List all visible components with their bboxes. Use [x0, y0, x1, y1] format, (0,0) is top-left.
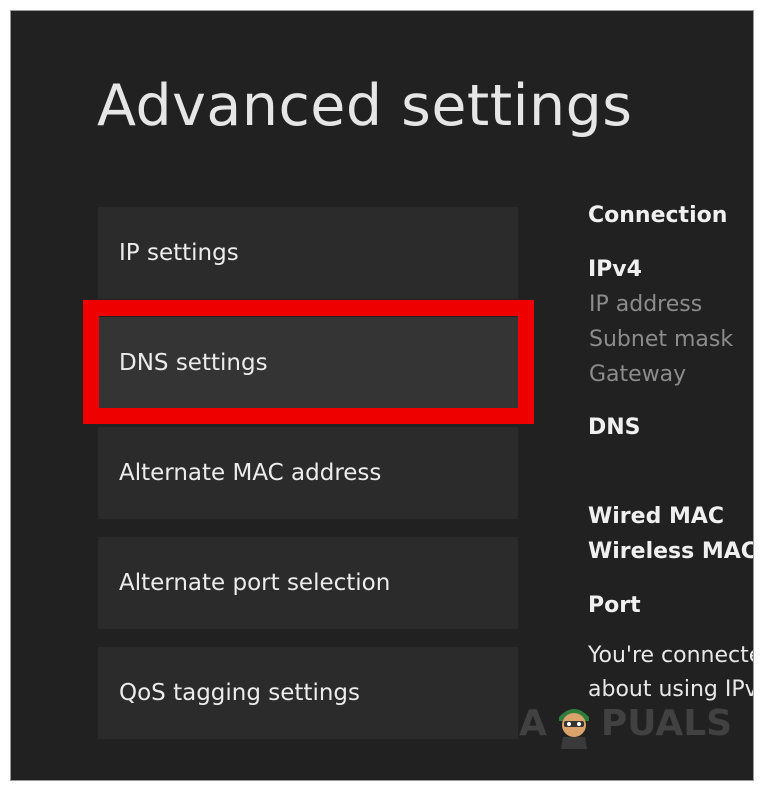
port-heading: Port [588, 593, 641, 618]
page-title: Advanced settings [97, 73, 633, 139]
menu-item-label: IP settings [119, 240, 239, 266]
wired-mac-heading: Wired MAC [588, 504, 725, 529]
subnet-mask-label: Subnet mask [589, 327, 734, 352]
gateway-label: Gateway [589, 362, 687, 387]
mascot-icon [558, 709, 589, 749]
appuals-watermark: A PUALS [519, 697, 732, 749]
menu-item-alternate-mac-address[interactable]: Alternate MAC address [98, 427, 518, 519]
ip-address-label: IP address [589, 292, 703, 317]
watermark-suffix: PUALS [600, 702, 733, 744]
menu-item-dns-settings[interactable]: DNS settings [98, 317, 518, 409]
menu-item-label: DNS settings [119, 350, 268, 376]
settings-screen: Advanced settings IP settings DNS settin… [10, 10, 754, 781]
connection-status-text-line1: You're connecte [588, 643, 754, 668]
menu-item-ip-settings[interactable]: IP settings [98, 207, 518, 299]
watermark-prefix: A [519, 702, 547, 744]
menu-item-label: Alternate port selection [119, 570, 391, 596]
menu-item-label: QoS tagging settings [119, 680, 360, 706]
menu-item-qos-tagging-settings[interactable]: QoS tagging settings [98, 647, 518, 739]
ipv4-heading: IPv4 [588, 257, 642, 282]
menu-item-label: Alternate MAC address [119, 460, 382, 486]
wireless-mac-heading: Wireless MAC [588, 539, 754, 564]
connection-heading: Connection [588, 203, 728, 228]
menu-item-alternate-port-selection[interactable]: Alternate port selection [98, 537, 518, 629]
dns-heading: DNS [588, 415, 641, 440]
